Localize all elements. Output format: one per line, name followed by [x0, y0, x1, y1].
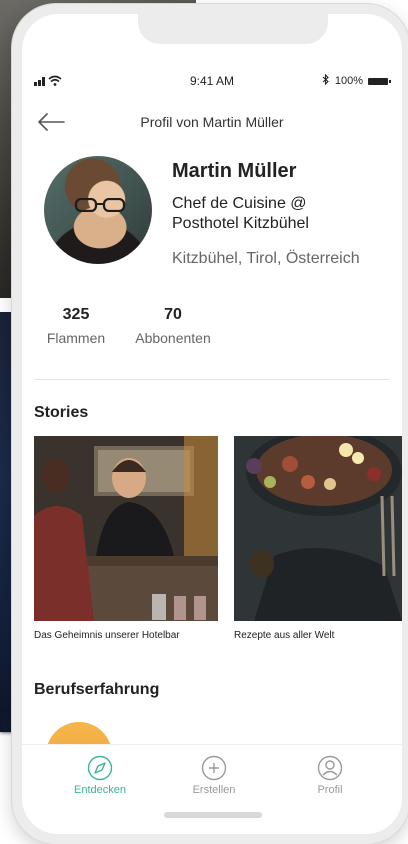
tab-entdecken[interactable]: Entdecken [50, 755, 150, 796]
story-caption: Rezepte aus aller Welt [234, 630, 335, 641]
plus-circle-icon [201, 755, 227, 781]
stat-abonnenten: 70 Abbonenten [126, 306, 220, 346]
story-card-rezepte[interactable] [234, 436, 402, 621]
story-image-hotelbar [34, 436, 218, 621]
tab-label: Erstellen [192, 784, 236, 796]
home-indicator[interactable] [164, 812, 262, 818]
story-image-rezepte [234, 436, 402, 621]
work-heading: Berufserfahrung [34, 681, 160, 698]
story-caption: Das Geheimnis unserer Hotelbar [34, 630, 180, 641]
phone-frame: 9:41 AM 100% Profil von Martin Müller Ma… [12, 4, 408, 844]
compass-icon [87, 755, 113, 781]
battery-percent: 100% [334, 75, 363, 87]
tab-profil[interactable]: Profil [280, 755, 380, 796]
tab-label: Profil [317, 784, 343, 796]
stat-value: 70 [164, 306, 182, 323]
phone-notch [138, 14, 328, 44]
story-card-hotelbar[interactable] [34, 436, 218, 621]
status-bar: 9:41 AM 100% [22, 73, 402, 90]
stories-heading: Stories [34, 404, 89, 421]
stat-label: Flammen [46, 330, 106, 346]
user-icon [317, 755, 343, 781]
page-title: Profil von Martin Müller [140, 114, 284, 130]
phone-screen: 9:41 AM 100% Profil von Martin Müller Ma… [22, 14, 402, 834]
status-right: 100% [322, 73, 391, 88]
avatar [44, 156, 152, 264]
battery-icon [368, 77, 391, 85]
profile-name: Martin Müller [172, 160, 297, 182]
tab-erstellen[interactable]: Erstellen [164, 755, 264, 796]
stat-flammen: 325 Flammen [36, 306, 116, 346]
top-navigation: Profil von Martin Müller [22, 110, 402, 134]
bluetooth-icon [322, 73, 330, 88]
glasses-shape [74, 198, 126, 212]
stat-label: Abbonenten [135, 330, 211, 346]
tab-bar: Entdecken Erstellen Profil [22, 744, 402, 834]
profile-role: Chef de Cuisine @ Posthotel Kitzbühel [172, 195, 309, 232]
stat-value: 325 [62, 306, 90, 323]
tab-label: Entdecken [74, 784, 126, 796]
divider [34, 379, 390, 380]
profile-location: Kitzbühel, Tirol, Österreich [172, 250, 360, 267]
